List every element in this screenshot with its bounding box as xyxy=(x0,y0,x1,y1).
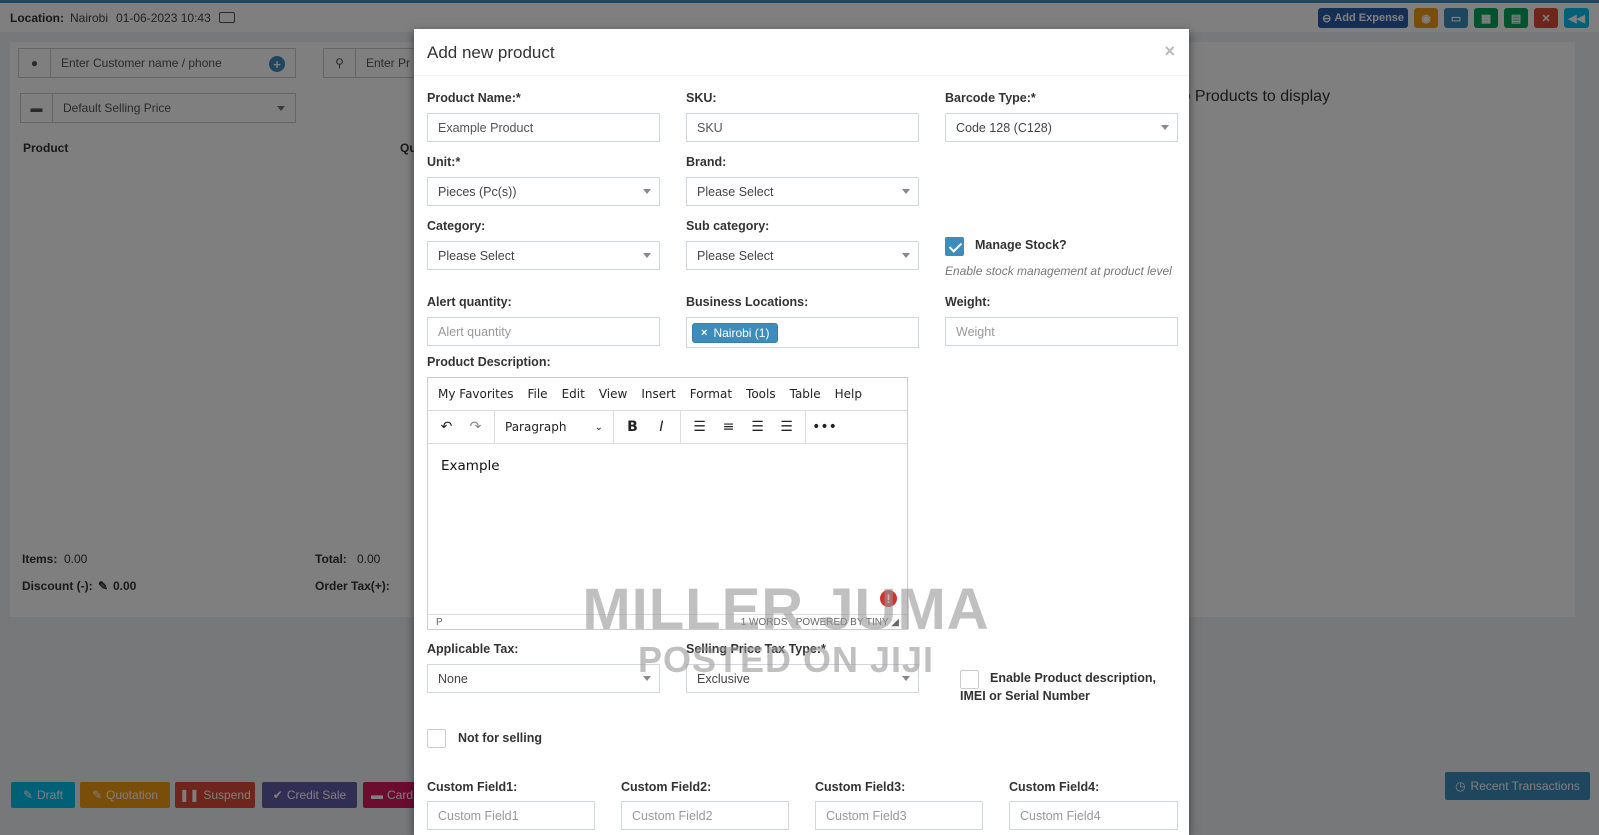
menu-table[interactable]: Table xyxy=(790,387,821,401)
applicable-tax-label: Applicable Tax: xyxy=(427,642,519,656)
unit-select[interactable]: Pieces (Pc(s)) xyxy=(427,177,660,206)
manage-stock-help: Enable stock management at product level xyxy=(945,264,1172,278)
chevron-down-icon xyxy=(1161,125,1169,130)
location-chip: × Nairobi (1) xyxy=(692,322,779,343)
editor-content[interactable]: Example xyxy=(428,444,907,614)
alignment-group: ☰ ≡ ☰ ☰ xyxy=(681,411,806,443)
menu-view[interactable]: View xyxy=(599,387,627,401)
unit-label: Unit:* xyxy=(427,155,461,169)
editor-menubar: My Favorites File Edit View Insert Forma… xyxy=(428,378,907,411)
word-count: 1 WORDS xyxy=(740,616,788,628)
modal-header: Add new product × xyxy=(414,29,1189,76)
chevron-down-icon xyxy=(902,676,910,681)
element-path[interactable]: P xyxy=(436,617,443,628)
category-select[interactable]: Please Select xyxy=(427,241,660,270)
text-style-group: B I xyxy=(614,411,681,443)
italic-icon[interactable]: I xyxy=(647,414,676,440)
chevron-down-icon xyxy=(902,189,910,194)
barcode-type-select[interactable]: Code 128 (C128) xyxy=(945,113,1178,142)
brand-value: Please Select xyxy=(697,184,774,199)
resize-handle-icon[interactable]: ◢ xyxy=(891,617,899,628)
sub-category-select[interactable]: Please Select xyxy=(686,241,919,270)
menu-file[interactable]: File xyxy=(527,387,547,401)
manage-stock-label[interactable]: Manage Stock? xyxy=(975,236,1067,254)
powered-by-tiny-link[interactable]: POWERED BY TINY xyxy=(796,617,889,628)
redo-icon[interactable]: ↷ xyxy=(461,414,490,440)
alert-quantity-label: Alert quantity: xyxy=(427,295,512,309)
error-alert-icon: ! xyxy=(880,590,897,607)
editor-toolbar: ↶ ↷ Paragraph ⌄ B I ☰ ≡ ☰ ☰ ••• xyxy=(428,411,907,444)
menu-format[interactable]: Format xyxy=(690,387,732,401)
custom-field2-label: Custom Field2: xyxy=(621,780,712,794)
status-right: 1 WORDS POWERED BY TINY ◢ xyxy=(741,617,899,628)
barcode-type-label: Barcode Type:* xyxy=(945,91,1036,105)
sub-category-value: Please Select xyxy=(697,248,774,263)
custom-field3-input[interactable]: Custom Field3 xyxy=(815,801,983,830)
menu-edit[interactable]: Edit xyxy=(562,387,585,401)
applicable-tax-value: None xyxy=(438,671,468,686)
chevron-down-icon xyxy=(902,253,910,258)
menu-help[interactable]: Help xyxy=(835,387,862,401)
custom-field4-input[interactable]: Custom Field4 xyxy=(1009,801,1178,830)
align-center-icon[interactable]: ≡ xyxy=(714,414,743,440)
rich-text-editor: My Favorites File Edit View Insert Forma… xyxy=(427,377,908,630)
chevron-down-icon xyxy=(643,253,651,258)
custom-field1-input[interactable]: Custom Field1 xyxy=(427,801,595,830)
not-for-selling-label[interactable]: Not for selling xyxy=(458,729,542,747)
brand-select[interactable]: Please Select xyxy=(686,177,919,206)
sku-label: SKU: xyxy=(686,91,717,105)
chevron-down-icon xyxy=(643,676,651,681)
align-justify-icon[interactable]: ☰ xyxy=(772,414,801,440)
selling-price-tax-type-select[interactable]: Exclusive xyxy=(686,664,919,693)
business-locations-label: Business Locations: xyxy=(686,295,809,309)
editor-statusbar: P 1 WORDS POWERED BY TINY ◢ xyxy=(428,614,907,629)
history-group: ↶ ↷ xyxy=(428,411,495,443)
alert-quantity-input[interactable]: Alert quantity xyxy=(427,317,660,346)
menu-insert[interactable]: Insert xyxy=(641,387,675,401)
more-group: ••• xyxy=(806,411,843,443)
remove-chip-icon[interactable]: × xyxy=(701,327,707,339)
weight-label: Weight: xyxy=(945,295,991,309)
block-format-value: Paragraph xyxy=(505,420,567,434)
block-format-select[interactable]: Paragraph ⌄ xyxy=(499,420,609,434)
category-value: Please Select xyxy=(438,248,515,263)
unit-value: Pieces (Pc(s)) xyxy=(438,184,517,199)
custom-field2-input[interactable]: Custom Field2 xyxy=(621,801,789,830)
menu-tools[interactable]: Tools xyxy=(746,387,776,401)
barcode-type-value: Code 128 (C128) xyxy=(956,120,1052,135)
chevron-down-icon xyxy=(643,189,651,194)
align-right-icon[interactable]: ☰ xyxy=(743,414,772,440)
location-chip-label: Nairobi (1) xyxy=(713,325,770,340)
manage-stock-checkbox[interactable] xyxy=(945,237,964,256)
more-icon[interactable]: ••• xyxy=(810,414,839,440)
modal-title: Add new product xyxy=(427,43,555,62)
not-for-selling-checkbox[interactable] xyxy=(427,729,446,748)
custom-field1-label: Custom Field1: xyxy=(427,780,518,794)
custom-field4-label: Custom Field4: xyxy=(1009,780,1100,794)
product-name-input[interactable]: Example Product xyxy=(427,113,660,142)
enable-description-label[interactable]: Enable Product description, IMEI or Seri… xyxy=(960,669,1170,705)
close-icon[interactable]: × xyxy=(1164,41,1175,62)
custom-field3-label: Custom Field3: xyxy=(815,780,906,794)
add-product-modal: Add new product × Product Name:* Example… xyxy=(414,29,1189,835)
product-name-label: Product Name:* xyxy=(427,91,521,105)
brand-label: Brand: xyxy=(686,155,727,169)
menu-my-favorites[interactable]: My Favorites xyxy=(438,387,513,401)
category-label: Category: xyxy=(427,219,486,233)
selling-price-tax-type-value: Exclusive xyxy=(697,671,750,686)
weight-input[interactable]: Weight xyxy=(945,317,1178,346)
sku-input[interactable]: SKU xyxy=(686,113,919,142)
applicable-tax-select[interactable]: None xyxy=(427,664,660,693)
block-format-group: Paragraph ⌄ xyxy=(495,411,614,443)
chevron-down-icon: ⌄ xyxy=(594,421,603,433)
selling-price-tax-type-label: Selling Price Tax Type:* xyxy=(686,642,826,656)
product-description-label: Product Description: xyxy=(427,355,551,369)
bold-icon[interactable]: B xyxy=(618,414,647,440)
align-left-icon[interactable]: ☰ xyxy=(685,414,714,440)
business-locations-select[interactable]: × Nairobi (1) xyxy=(686,317,919,348)
undo-icon[interactable]: ↶ xyxy=(432,414,461,440)
sub-category-label: Sub category: xyxy=(686,219,770,233)
